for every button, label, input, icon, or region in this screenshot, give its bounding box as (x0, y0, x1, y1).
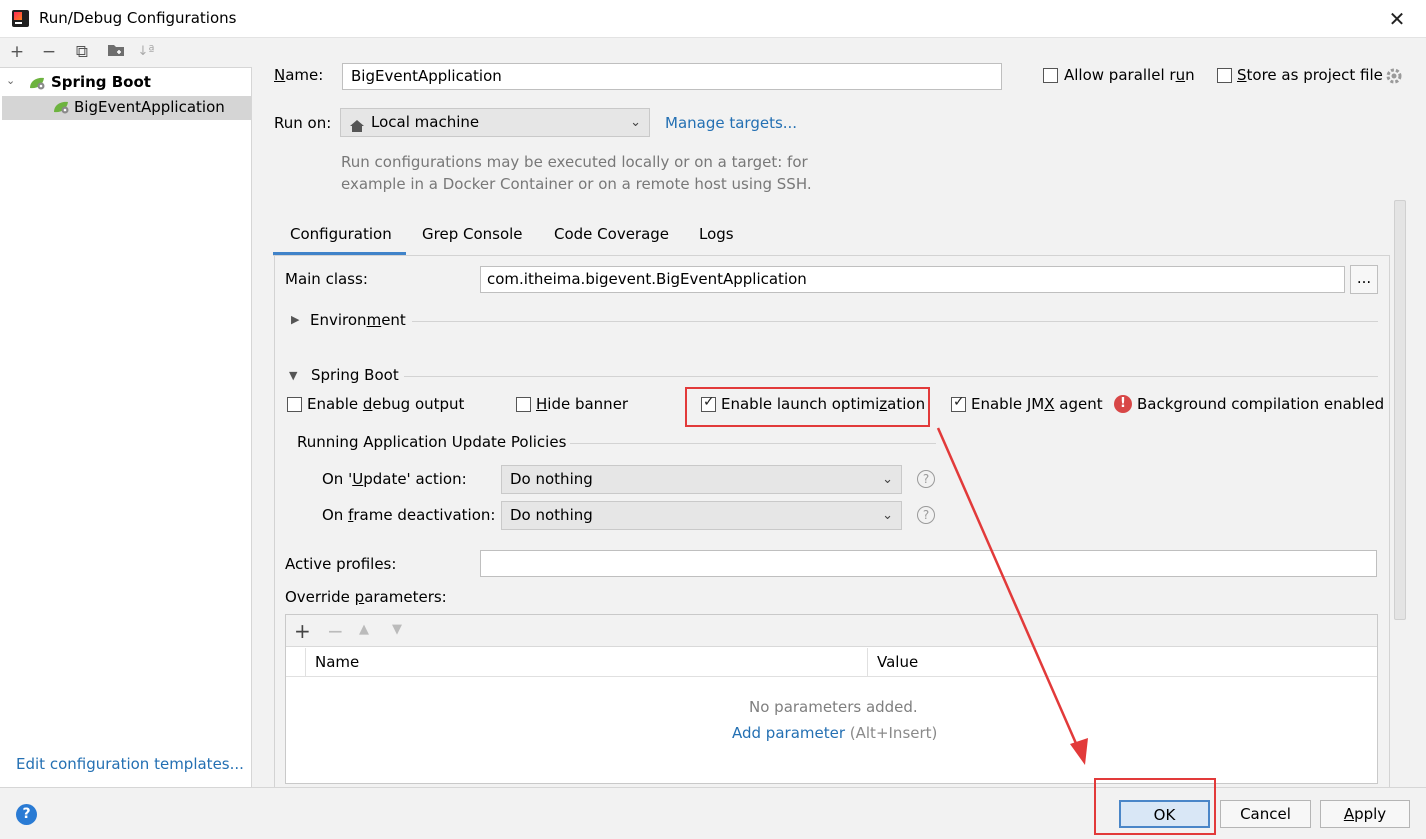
main-class-label: Main class: (285, 270, 368, 288)
add-parameter-link[interactable]: Add parameter (732, 724, 845, 742)
on-update-action-select[interactable]: Do nothing ⌄ (501, 465, 902, 494)
window-title: Run/Debug Configurations (39, 9, 237, 27)
background-compilation-warning: Background compilation enabled (1137, 395, 1385, 413)
main-class-input[interactable]: com.itheima.bigevent.BigEventApplication (480, 266, 1345, 293)
manage-targets-link[interactable]: Manage targets... (665, 114, 797, 132)
empty-table-message: No parameters added. (749, 698, 918, 716)
allow-parallel-run-label: Allow parallel run (1064, 66, 1195, 84)
on-update-action-label: On 'Update' action: (322, 470, 467, 488)
section-divider (412, 321, 1378, 322)
help-question-icon[interactable]: ? (917, 506, 935, 524)
edit-templates-link[interactable]: Edit configuration templates... (16, 755, 244, 773)
parameters-table-header (286, 647, 1377, 677)
add-parameter-shortcut: (Alt+Insert) (849, 724, 938, 742)
store-as-project-file-checkbox[interactable] (1217, 68, 1232, 83)
tree-group-spring-boot[interactable]: Spring Boot (51, 73, 151, 91)
enable-jmx-agent-checkbox[interactable] (951, 394, 966, 412)
enable-debug-output-label: Enable debug output (307, 395, 465, 413)
remove-configuration-icon[interactable]: − (39, 42, 59, 62)
on-frame-deactivation-select[interactable]: Do nothing ⌄ (501, 501, 902, 530)
ok-button[interactable]: OK (1119, 800, 1210, 828)
chevron-right-icon[interactable]: ▶ (291, 313, 299, 326)
allow-parallel-run-checkbox[interactable] (1043, 68, 1058, 83)
column-divider (305, 648, 306, 677)
copy-configuration-icon[interactable]: ⧉ (72, 42, 92, 62)
chevron-down-icon: ⌄ (882, 472, 893, 487)
add-parameter-row: Add parameter (Alt+Insert) (732, 724, 937, 742)
apply-button[interactable]: Apply (1320, 800, 1410, 828)
tab-logs[interactable]: Logs (699, 225, 734, 257)
parameters-toolbar (286, 615, 1377, 647)
close-icon[interactable]: ✕ (1384, 6, 1410, 32)
help-question-icon[interactable]: ? (917, 470, 935, 488)
chevron-down-icon[interactable]: ▼ (289, 369, 297, 382)
enable-launch-optimization-label: Enable launch optimization (721, 395, 926, 413)
vertical-scrollbar[interactable] (1394, 200, 1406, 620)
enable-jmx-agent-label: Enable JMX agent (971, 395, 1103, 413)
chevron-down-icon: ⌄ (882, 508, 893, 523)
cancel-button[interactable]: Cancel (1220, 800, 1311, 828)
enable-debug-output-checkbox[interactable] (287, 397, 302, 412)
store-as-project-file-label: Store as project file (1237, 66, 1383, 84)
add-configuration-icon[interactable]: + (7, 42, 27, 62)
move-up-icon[interactable]: ▲ (359, 622, 369, 637)
error-icon: ! (1114, 395, 1132, 413)
enable-launch-optimization-checkbox[interactable] (701, 394, 716, 412)
move-to-folder-icon[interactable] (106, 42, 126, 62)
run-on-help-text: Run configurations may be executed local… (341, 153, 812, 193)
on-frame-deactivation-label: On frame deactivation: (322, 506, 496, 524)
tab-code-coverage[interactable]: Code Coverage (554, 225, 669, 257)
spring-boot-app-icon (52, 100, 70, 118)
active-profiles-label: Active profiles: (285, 555, 397, 573)
remove-parameter-icon[interactable]: − (327, 619, 344, 643)
browse-main-class-button[interactable]: ... (1350, 265, 1378, 294)
tree-toolbar (0, 38, 252, 68)
chevron-down-icon: ⌄ (630, 115, 641, 130)
sort-configurations-icon[interactable]: ↓ª (136, 42, 156, 62)
spring-boot-section-toggle[interactable]: Spring Boot (311, 366, 399, 384)
add-parameter-icon[interactable]: + (294, 619, 311, 643)
run-on-label: Run on: (274, 114, 332, 132)
run-on-select[interactable]: Local machine ⌄ (340, 108, 650, 137)
section-divider (404, 376, 1378, 377)
hide-banner-label: Hide banner (536, 395, 629, 413)
tab-grep-console[interactable]: Grep Console (422, 225, 523, 257)
environment-section-toggle[interactable]: Environment (310, 311, 406, 329)
update-policies-title: Running Application Update Policies (297, 433, 567, 451)
column-header-name[interactable]: Name (315, 653, 359, 671)
hide-banner-checkbox[interactable] (516, 397, 531, 412)
override-parameters-label: Override parameters: (285, 588, 447, 606)
tree-item-bigeventapplication[interactable]: BigEventApplication (74, 98, 225, 116)
home-icon (349, 115, 365, 142)
active-profiles-input[interactable] (480, 550, 1377, 577)
active-tab-indicator (273, 252, 406, 255)
name-input[interactable]: BigEventApplication (342, 63, 1002, 90)
move-down-icon[interactable]: ▼ (392, 622, 402, 637)
column-header-value[interactable]: Value (877, 653, 918, 671)
chevron-down-icon[interactable]: ⌄ (6, 74, 15, 87)
help-button[interactable]: ? (16, 804, 37, 825)
spring-boot-icon (28, 76, 46, 94)
name-label: Name: (274, 66, 324, 84)
section-divider (570, 443, 936, 444)
intellij-app-icon (12, 10, 29, 27)
configurations-tree-panel (0, 38, 252, 787)
column-divider (867, 648, 868, 677)
gear-icon[interactable] (1385, 67, 1403, 89)
